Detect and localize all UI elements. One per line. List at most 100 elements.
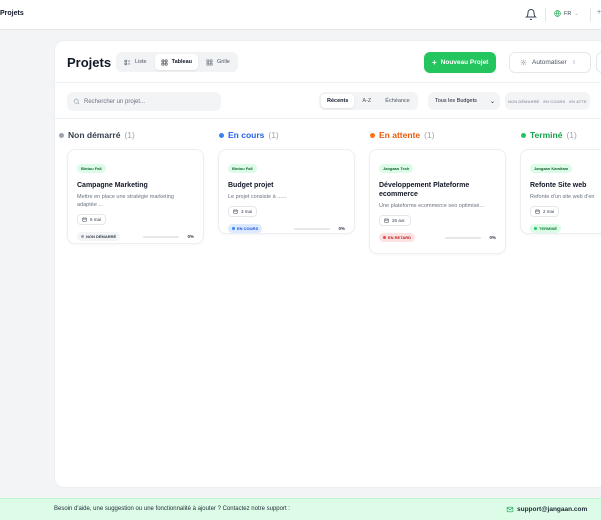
filter-bar: Rechercher un projet... Récents A-Z Éché… [55, 83, 601, 119]
card-footer: EN COURS 0% [228, 224, 345, 233]
progress-percent: 0% [489, 235, 496, 240]
status-dot [370, 132, 375, 138]
status-dot [219, 132, 224, 138]
status-chip-en-attente[interactable]: EN ATTE [569, 99, 586, 104]
owner-badge: Bintou Fall [228, 164, 257, 173]
user-menu-icon[interactable]: + [597, 9, 601, 16]
chevron-down-icon: ⌄ [574, 10, 579, 17]
support-email-link[interactable]: support@jangaan.com [506, 506, 587, 513]
project-card-plateforme-ecommerce[interactable]: Jangaan Tech Développement Plateforme ec… [369, 149, 506, 254]
due-date-label: 6 mai [90, 217, 102, 222]
budget-select[interactable]: Tous les Budgets ⌄ [428, 92, 500, 110]
language-label: FR [564, 10, 572, 17]
project-description: Le projet consiste à ...... [228, 194, 287, 200]
tab-liste[interactable]: Liste [118, 54, 153, 70]
bell-icon[interactable] [525, 8, 537, 21]
tab-label: Tableau [171, 59, 193, 65]
page-title: Projets [67, 55, 112, 70]
column-header-en-cours: En cours (1) [219, 130, 279, 140]
due-date: 3 mai [228, 206, 258, 217]
project-description: Mettre en place une stratégie marketing … [77, 194, 174, 208]
calendar-icon [535, 209, 540, 214]
divider [545, 8, 546, 22]
status-label: EN RETARD [388, 235, 412, 240]
project-title: Développement Plateforme ecommerce [379, 182, 470, 198]
status-label: NON DÉMARRÉ [86, 234, 117, 239]
view-switcher: Liste Tableau Grille [116, 52, 238, 72]
column-title: Non démarré [68, 130, 121, 140]
budget-select-value: Tous les Budgets [435, 98, 477, 104]
search-input[interactable]: Rechercher un projet... [67, 92, 221, 111]
list-icon [124, 59, 131, 65]
new-project-label: Nouveau Projet [440, 59, 489, 66]
search-icon [73, 98, 80, 105]
panel-header: Projets Liste Tableau Grille + Nouveau P… [55, 41, 601, 83]
column-title: En cours [228, 130, 265, 140]
mail-icon [506, 506, 514, 513]
status-dot [59, 132, 64, 138]
due-date-label: 3 mai [241, 209, 253, 214]
status-filter: NON DÉMARRÉ EN COURS EN ATTE [505, 92, 590, 110]
progress-bar [445, 236, 482, 239]
tab-grille[interactable]: Grille [200, 54, 236, 70]
sort-echeance[interactable]: Échéance [379, 94, 415, 108]
due-date: 2 mai [530, 206, 560, 217]
card-footer: NON DÉMARRÉ 0% [77, 232, 194, 241]
support-footer: Besoin d'aide, une suggestion ou une fon… [0, 498, 601, 520]
tab-tableau[interactable]: Tableau [154, 54, 199, 70]
owner-badge: Bintou Fall [77, 164, 106, 173]
due-date-label: 2 mai [543, 209, 555, 214]
chevron-down-icon: ⌄ [489, 98, 495, 105]
grid-icon [206, 59, 213, 65]
tab-label: Liste [135, 59, 147, 65]
owner-badge: Jangaan Tech [379, 164, 414, 173]
status-badge: EN COURS [228, 224, 263, 233]
column-title: En attente [379, 130, 421, 140]
sort-recents[interactable]: Récents [321, 94, 355, 108]
calendar-icon [384, 218, 389, 223]
due-date: 6 mai [77, 214, 107, 225]
project-card-refonte-site-web[interactable]: Jangaan Kamitam Refonte Site web Refonte… [520, 149, 601, 234]
progress: 0% [294, 226, 345, 231]
progress-percent: 0% [187, 234, 194, 239]
column-header-termine: Terminé (1) [521, 130, 577, 140]
more-button[interactable] [596, 52, 601, 73]
new-project-button[interactable]: + Nouveau Projet [424, 52, 497, 73]
progress: 0% [445, 235, 496, 240]
due-date: 26 avr. [379, 215, 411, 226]
status-chip-en-cours[interactable]: EN COURS [543, 99, 565, 104]
support-message: Besoin d'aide, une suggestion ou une fon… [54, 506, 290, 512]
gear-icon [520, 59, 527, 66]
progress-bar [143, 235, 180, 238]
column-count: (1) [566, 130, 577, 140]
language-selector[interactable]: FR ⌄ [554, 10, 579, 17]
owner-badge: Jangaan Kamitam [530, 164, 573, 173]
search-placeholder: Rechercher un projet... [84, 98, 146, 105]
automate-label: Automatiser [532, 59, 567, 66]
plus-icon: + [432, 58, 437, 67]
column-header-non-demarre: Non démarré (1) [59, 130, 135, 140]
status-dot [81, 235, 84, 238]
globe-icon [554, 10, 561, 17]
tab-label: Grille [217, 59, 230, 65]
project-title: Campagne Marketing [77, 182, 148, 189]
status-chip-non-demarre[interactable]: NON DÉMARRÉ [508, 99, 539, 104]
project-title: Budget projet [228, 182, 274, 189]
project-card-budget-projet[interactable]: Bintou Fall Budget projet Le projet cons… [218, 149, 355, 234]
status-dot [383, 236, 386, 239]
status-badge: EN RETARD [379, 233, 416, 242]
sort-az[interactable]: A-Z [356, 94, 377, 108]
sort-tabs: Récents A-Z Échéance [319, 92, 418, 110]
status-dot [232, 227, 235, 230]
app-title: Projets [0, 10, 24, 17]
projects-panel: Projets Liste Tableau Grille + Nouveau P… [54, 40, 601, 488]
card-footer: TERMINÉ [530, 224, 601, 233]
project-description: Refonte d'un site web d'en [530, 194, 595, 200]
divider [590, 8, 591, 22]
project-card-campagne-marketing[interactable]: Bintou Fall Campagne Marketing Mettre en… [67, 149, 204, 244]
automate-button[interactable]: Automatiser ⇧ [509, 52, 591, 73]
shortcut-hint: ⇧ [571, 59, 576, 66]
progress: 0% [143, 234, 194, 239]
support-email: support@jangaan.com [517, 506, 588, 513]
status-dot [521, 132, 526, 138]
